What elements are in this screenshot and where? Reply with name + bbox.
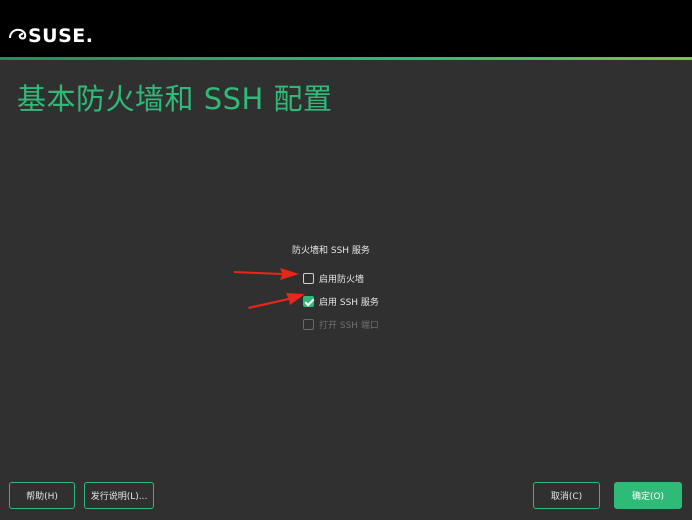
enable-firewall-label: 启用防火墙 [319, 275, 365, 285]
red-arrow-icon [248, 293, 305, 309]
enable-firewall-checkbox[interactable] [303, 273, 314, 284]
help-button[interactable]: 帮助(H) [9, 482, 75, 509]
enable-firewall-option[interactable]: 启用防火墙 [303, 271, 492, 286]
enable-ssh-option[interactable]: 启用 SSH 服务 [303, 294, 492, 309]
chameleon-icon [9, 28, 27, 40]
open-ssh-port-checkbox [303, 319, 314, 330]
suse-logo: SUSE. [8, 18, 94, 46]
enable-ssh-label: 启用 SSH 服务 [319, 298, 379, 308]
open-ssh-port-option: 打开 SSH 端口 [303, 317, 492, 332]
red-arrow-icon [234, 268, 299, 280]
open-ssh-port-label: 打开 SSH 端口 [319, 321, 379, 331]
group-title: 防火墙和 SSH 服务 [292, 246, 370, 256]
release-notes-button[interactable]: 发行说明(L)... [84, 482, 154, 509]
ok-button[interactable]: 确定(O) [614, 482, 682, 509]
firewall-ssh-group: 防火墙和 SSH 服务 启用防火墙 启用 SSH 服务 打开 SSH 端口 [292, 243, 492, 340]
page-title: 基本防火墙和 SSH 配置 [17, 82, 333, 116]
header-bar: SUSE. [0, 0, 692, 57]
header-accent-line [0, 57, 692, 60]
logo-text: SUSE. [28, 25, 94, 47]
cancel-button[interactable]: 取消(C) [533, 482, 600, 509]
